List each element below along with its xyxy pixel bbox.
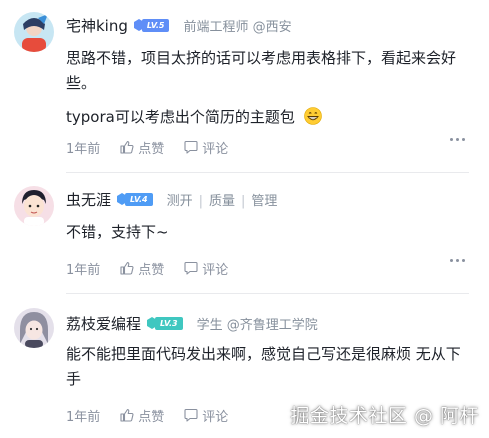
user-title: 前端工程师 @西安	[183, 19, 292, 35]
user-title: 学生 @齐鲁理工学院	[196, 317, 318, 333]
comment-time: 1年前	[66, 262, 101, 278]
comment-button[interactable]: 评论	[184, 138, 228, 157]
comment-line-text: typora可以考虑出个简历的主题包	[66, 108, 295, 126]
level-badge-icon: LV.5	[133, 18, 170, 32]
comment-line: 思路不错，项目太挤的话可以考虑用表格排下，看起来会好些。	[66, 49, 457, 92]
comment-line: 能不能把里面代码发出来啊，感觉自己写还是很麻烦 无从下手	[66, 345, 461, 388]
comment-item: 虫无涯 LV.4 测开 | 质量 | 管理 不错，支持下~ 1年前 点赞 评论	[0, 173, 489, 293]
comment-line: typora可以考虑出个简历的主题包	[66, 105, 466, 130]
comment-actions: 1年前 点赞 评论	[66, 257, 469, 279]
thumb-up-icon	[120, 140, 134, 154]
comment-button[interactable]: 评论	[184, 406, 228, 425]
thumb-up-icon	[120, 408, 134, 422]
avatar[interactable]	[14, 186, 54, 226]
comment-content: 能不能把里面代码发出来啊，感觉自己写还是很麻烦 无从下手	[66, 342, 466, 392]
avatar[interactable]	[14, 12, 54, 52]
comment-content: 不错，支持下~	[66, 220, 466, 245]
like-label: 点赞	[138, 409, 165, 425]
comment-label: 评论	[202, 409, 229, 425]
speech-bubble-icon	[184, 140, 198, 154]
like-button[interactable]: 点赞	[120, 138, 164, 157]
avatar[interactable]	[14, 308, 54, 348]
speech-bubble-icon	[184, 261, 198, 275]
user-title: 测开 | 质量 | 管理	[166, 193, 278, 209]
title-part: 测开	[166, 193, 193, 209]
comment-meta: 宅神king LV.5 前端工程师 @西安	[66, 13, 292, 37]
comment-meta: 荔枝爱编程 LV.3 学生 @齐鲁理工学院	[66, 311, 318, 335]
comment-actions: 1年前 点赞 评论	[66, 136, 469, 158]
like-label: 点赞	[138, 141, 165, 157]
grinning-face-icon	[303, 107, 322, 125]
level-text: LV.4	[125, 192, 153, 206]
speech-bubble-icon	[184, 408, 198, 422]
like-button[interactable]: 点赞	[120, 259, 164, 278]
watermark: 掘金技术社区 @ 阿杆	[290, 405, 479, 427]
level-text: LV.5	[141, 18, 170, 32]
comment-button[interactable]: 评论	[184, 259, 228, 278]
comment-time: 1年前	[66, 409, 101, 425]
comment-meta: 虫无涯 LV.4 测开 | 质量 | 管理	[66, 187, 277, 211]
comment-line: 不错，支持下~	[66, 223, 169, 241]
username[interactable]: 荔枝爱编程	[66, 313, 141, 334]
comment-item: 宅神king LV.5 前端工程师 @西安 思路不错，项目太挤的话可以考虑用表格…	[0, 0, 489, 172]
username[interactable]: 宅神king	[66, 15, 128, 36]
more-dots-icon[interactable]	[450, 138, 465, 141]
like-label: 点赞	[138, 262, 165, 278]
comment-time: 1年前	[66, 141, 101, 157]
more-dots-icon[interactable]	[450, 259, 465, 262]
like-button[interactable]: 点赞	[120, 406, 164, 425]
comment-label: 评论	[202, 141, 229, 157]
level-badge-icon: LV.3	[147, 316, 183, 330]
comment-content: 思路不错，项目太挤的话可以考虑用表格排下，看起来会好些。 typora可以考虑出…	[66, 46, 466, 130]
thumb-up-icon	[120, 261, 134, 275]
title-part: 质量	[208, 193, 235, 209]
level-badge-icon: LV.4	[117, 192, 153, 206]
comment-label: 评论	[202, 262, 229, 278]
title-part: 管理	[251, 193, 278, 209]
level-text: LV.3	[155, 316, 183, 330]
username[interactable]: 虫无涯	[66, 189, 111, 210]
